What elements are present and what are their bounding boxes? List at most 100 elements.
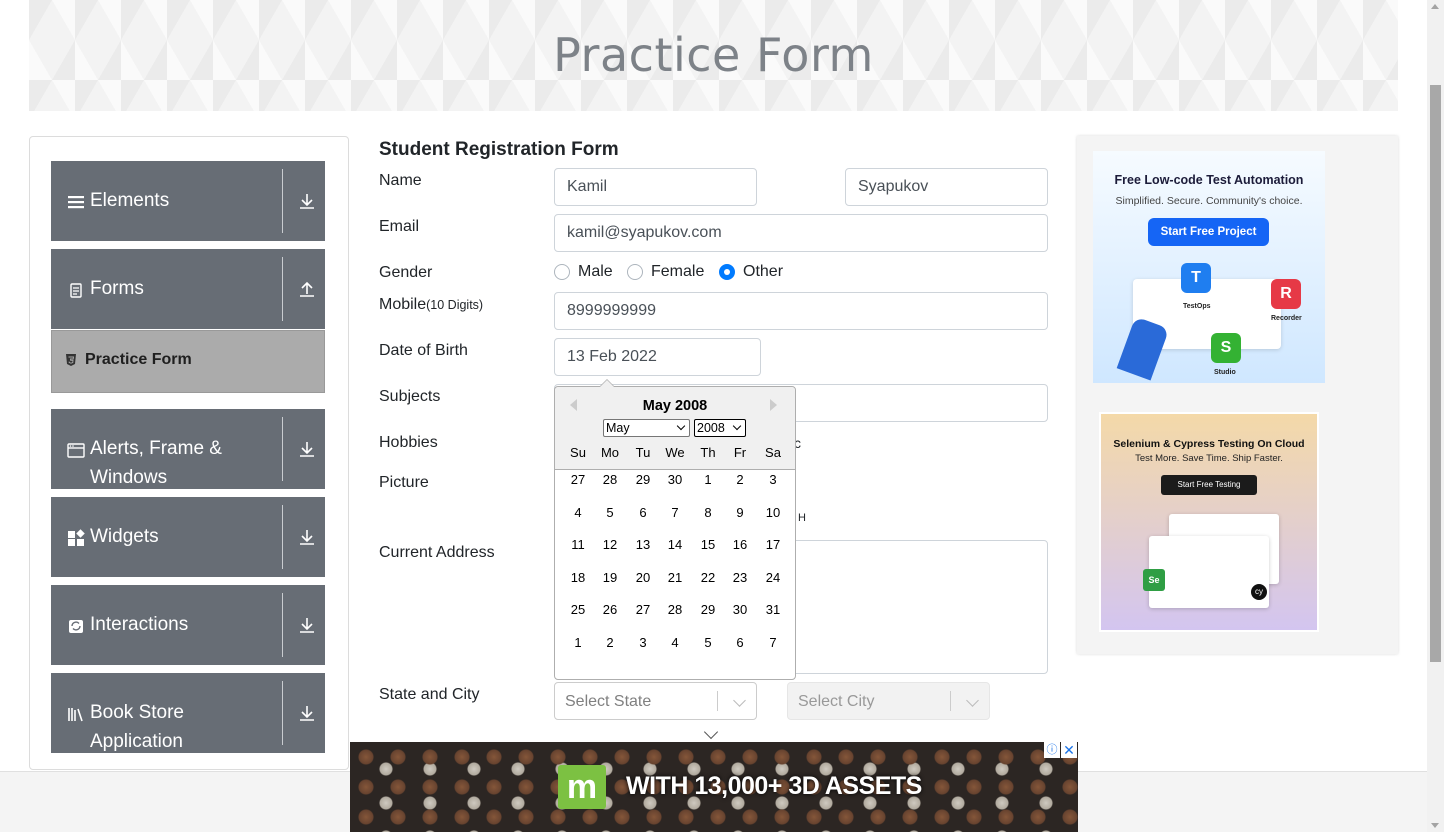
calendar-day[interactable]: 4 <box>659 629 691 656</box>
calendar-day[interactable]: 2 <box>724 466 756 493</box>
sidebar-group-elements[interactable]: Elements <box>51 161 325 241</box>
dob-label: Date of Birth <box>379 342 468 359</box>
download-arrow-icon[interactable] <box>298 191 316 211</box>
interactions-icon <box>67 617 85 635</box>
calendar-day[interactable]: 14 <box>659 531 691 558</box>
city-select[interactable]: Select City <box>787 682 990 720</box>
calendar-day[interactable]: 22 <box>692 564 724 591</box>
calendar-day[interactable]: 1 <box>562 629 594 656</box>
calendar-day[interactable]: 24 <box>757 564 789 591</box>
vertical-scrollbar[interactable] <box>1427 0 1444 832</box>
ad-headline: WITH 13,000+ 3D ASSETS <box>626 772 922 800</box>
start-free-testing-button[interactable]: Start Free Testing <box>1161 475 1257 495</box>
upload-arrow-icon[interactable] <box>298 279 316 299</box>
start-free-project-button[interactable]: Start Free Project <box>1148 218 1269 246</box>
calendar-day[interactable]: 10 <box>757 499 789 526</box>
calendar-day[interactable]: 27 <box>627 596 659 623</box>
first-name-input[interactable]: Kamil <box>554 168 757 206</box>
katalon-ad[interactable]: Free Low-code Test Automation Simplified… <box>1093 151 1325 383</box>
calendar-day[interactable]: 7 <box>757 629 789 656</box>
calendar-day[interactable]: 21 <box>659 564 691 591</box>
selenium-logo-icon: Se <box>1143 569 1165 591</box>
calendar-day[interactable]: 6 <box>724 629 756 656</box>
calendar-day[interactable]: 11 <box>562 531 594 558</box>
calendar-day[interactable]: 29 <box>692 596 724 623</box>
download-arrow-icon[interactable] <box>298 615 316 635</box>
document-icon <box>67 281 85 299</box>
gender-male-radio[interactable]: Male <box>554 263 613 281</box>
download-arrow-icon[interactable] <box>298 439 316 459</box>
radio-circle[interactable] <box>554 264 570 280</box>
mobile-label-text: Mobile <box>379 296 427 313</box>
calendar-day[interactable]: 4 <box>562 499 594 526</box>
state-select[interactable]: Select State <box>554 682 757 720</box>
radio-circle[interactable] <box>627 264 643 280</box>
calendar-day[interactable]: 27 <box>562 466 594 493</box>
calendar-day[interactable]: 9 <box>724 499 756 526</box>
sidebar-group-forms[interactable]: Forms <box>51 249 325 329</box>
gender-female-radio[interactable]: Female <box>627 263 704 281</box>
calendar-day[interactable]: 16 <box>724 531 756 558</box>
weekday-label: We <box>665 445 685 460</box>
calendar-day[interactable]: 13 <box>627 531 659 558</box>
divider <box>282 593 283 657</box>
gender-other-radio[interactable]: Other <box>719 263 783 281</box>
calendar-day[interactable]: 28 <box>659 596 691 623</box>
calendar-day[interactable]: 28 <box>594 466 626 493</box>
month-select[interactable]: May <box>603 419 690 437</box>
ad-info-icon[interactable]: ⓘ <box>1044 742 1060 758</box>
calendar-day[interactable]: 25 <box>562 596 594 623</box>
sidebar-group-book-store[interactable]: Book Store Application <box>51 673 325 753</box>
calendar-day[interactable]: 2 <box>594 629 626 656</box>
bottom-banner-ad[interactable]: m WITH 13,000+ 3D ASSETS ⓘ ✕ <box>350 742 1078 832</box>
sidebar-group-interactions[interactable]: Interactions <box>51 585 325 665</box>
calendar-day[interactable]: 15 <box>692 531 724 558</box>
calendar-day[interactable]: 5 <box>594 499 626 526</box>
next-month-icon[interactable] <box>770 399 777 411</box>
html5-icon <box>65 353 77 370</box>
calendar-day[interactable]: 7 <box>659 499 691 526</box>
chevron-down-icon[interactable] <box>733 694 746 707</box>
radio-circle-checked[interactable] <box>719 264 735 280</box>
calendar-day[interactable]: 30 <box>724 596 756 623</box>
calendar-day[interactable]: 19 <box>594 564 626 591</box>
chevron-down-icon[interactable] <box>966 694 979 707</box>
books-icon <box>67 705 85 723</box>
lambdatest-ad[interactable]: Selenium & Cypress Testing On Cloud Test… <box>1099 412 1319 632</box>
email-input[interactable]: kamil@syapukov.com <box>554 214 1048 252</box>
sidebar-item-practice-form[interactable]: Practice Form <box>51 330 325 393</box>
calendar-day[interactable]: 18 <box>562 564 594 591</box>
ad-logo-icon: m <box>558 765 606 809</box>
dob-input[interactable]: 13 Feb 2022 <box>554 338 761 376</box>
calendar-day[interactable]: 29 <box>627 466 659 493</box>
scroll-down-icon[interactable] <box>1431 823 1439 828</box>
radio-label: Male <box>578 263 613 280</box>
calendar-day[interactable]: 3 <box>757 466 789 493</box>
calendar-day[interactable]: 23 <box>724 564 756 591</box>
sidebar-group-label: Interactions <box>90 614 189 635</box>
mobile-input[interactable]: 8999999999 <box>554 292 1048 330</box>
sidebar-group-alerts[interactable]: Alerts, Frame & Windows <box>51 409 325 489</box>
calendar-day[interactable]: 5 <box>692 629 724 656</box>
calendar-day[interactable]: 8 <box>692 499 724 526</box>
ad-close-icon[interactable]: ✕ <box>1061 742 1077 758</box>
calendar-day[interactable]: 26 <box>594 596 626 623</box>
calendar-day[interactable]: 12 <box>594 531 626 558</box>
calendar-day[interactable]: 20 <box>627 564 659 591</box>
calendar-day[interactable]: 3 <box>627 629 659 656</box>
sidebar-group-widgets[interactable]: Widgets <box>51 497 325 577</box>
calendar-day[interactable]: 6 <box>627 499 659 526</box>
page-banner: Practice Form <box>29 0 1398 111</box>
calendar-day[interactable]: 30 <box>659 466 691 493</box>
download-arrow-icon[interactable] <box>298 703 316 723</box>
chevron-down-icon[interactable] <box>703 724 719 740</box>
download-arrow-icon[interactable] <box>298 527 316 547</box>
scrollbar-thumb[interactable] <box>1430 85 1441 662</box>
calendar-day[interactable]: 31 <box>757 596 789 623</box>
calendar-day[interactable]: 17 <box>757 531 789 558</box>
year-select[interactable]: 2008 <box>694 419 746 437</box>
mobile-hint: (10 Digits) <box>426 298 484 312</box>
last-name-input[interactable]: Syapukov <box>845 168 1048 206</box>
scroll-up-icon[interactable] <box>1431 4 1439 9</box>
calendar-day[interactable]: 1 <box>692 466 724 493</box>
